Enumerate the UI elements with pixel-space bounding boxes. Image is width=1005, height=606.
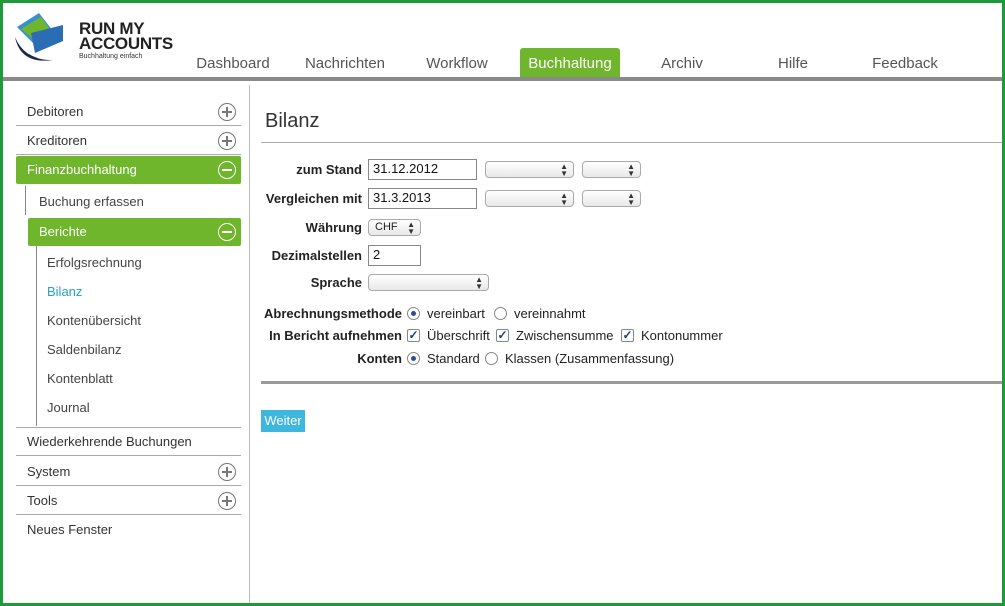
sidebar-item-label: Finanzbuchhaltung	[27, 162, 137, 177]
updown-arrow-icon: ▲ ▼	[407, 220, 415, 236]
zum-stand-select-1[interactable]: ▲ ▼	[485, 161, 574, 178]
label-waehrung: Währung	[305, 220, 362, 235]
page-title: Bilanz	[265, 110, 320, 132]
updown-arrow-icon: ▲ ▼	[560, 162, 568, 178]
sprache-select[interactable]: ▲ ▼	[368, 274, 489, 291]
vergleichen-select-2[interactable]: ▲ ▼	[582, 190, 641, 207]
report-kontenblatt[interactable]: Kontenblatt	[47, 370, 113, 388]
sidebar-item-tools[interactable]: Tools	[16, 487, 241, 515]
title-divider	[261, 142, 1002, 143]
expand-icon[interactable]	[218, 132, 236, 150]
form-divider	[261, 381, 1002, 384]
vergleichen-select-1[interactable]: ▲ ▼	[485, 190, 574, 207]
sidebar-item-label: Debitoren	[27, 104, 84, 119]
expand-icon[interactable]	[218, 103, 236, 121]
sidebar-item-label: System	[27, 464, 71, 479]
sidebar-item-debitoren[interactable]: Debitoren	[16, 98, 241, 126]
waehrung-value: CHF	[375, 221, 398, 233]
app-window: RUN MY ACCOUNTS Buchhaltung einfach Dash…	[0, 0, 1005, 606]
sidebar-item-system[interactable]: System	[16, 458, 241, 486]
label-sprache: Sprache	[310, 275, 362, 290]
tab-hilfe[interactable]: Hilfe	[743, 48, 843, 77]
checkbox-kontonummer[interactable]: ✓	[621, 329, 634, 342]
option-standard-label: Standard	[427, 351, 480, 366]
nav-divider	[3, 77, 1002, 81]
option-kontonummer-label: Kontonummer	[641, 328, 723, 343]
tab-buchhaltung[interactable]: Buchhaltung	[520, 48, 620, 77]
tab-archiv[interactable]: Archiv	[632, 48, 732, 77]
radio-vereinnahmt[interactable]	[494, 307, 507, 320]
main-content: Bilanz zum Stand 31.12.2012 ▲ ▼ ▲ ▼ Vergle…	[251, 85, 1002, 603]
dezimalstellen-input[interactable]: 2	[368, 245, 421, 266]
option-vereinbart-label: vereinbart	[427, 306, 485, 321]
label-zum-stand: zum Stand	[296, 162, 362, 177]
updown-arrow-icon: ▲ ▼	[627, 191, 635, 207]
tab-feedback[interactable]: Feedback	[855, 48, 955, 77]
sidebar-item-label: Tools	[27, 493, 58, 508]
tab-nachrichten[interactable]: Nachrichten	[295, 48, 395, 77]
radio-standard[interactable]	[407, 352, 420, 365]
label-abrechnungsmethode: Abrechnungsmethode	[264, 306, 402, 321]
sidebar-item-label: Wiederkehrende Buchungen	[27, 434, 192, 449]
radio-klassen[interactable]	[485, 352, 498, 365]
sidebar-item-buchung-erfassen[interactable]: Buchung erfassen	[39, 193, 144, 211]
sidebar: Debitoren Kreditoren Finanzbuchhaltung B…	[3, 85, 250, 603]
collapse-icon[interactable]	[218, 161, 236, 179]
option-ueberschrift-label: Überschrift	[427, 328, 490, 343]
report-saldenbilanz[interactable]: Saldenbilanz	[47, 341, 121, 359]
tree-line	[36, 246, 37, 426]
label-konten: Konten	[357, 351, 402, 366]
zum-stand-date-input[interactable]: 31.12.2012	[368, 159, 477, 180]
header: RUN MY ACCOUNTS Buchhaltung einfach Dash…	[3, 3, 1002, 83]
option-vereinnahmt-label: vereinnahmt	[514, 306, 586, 321]
label-dezimalstellen: Dezimalstellen	[271, 248, 362, 263]
waehrung-select[interactable]: CHF ▲ ▼	[368, 219, 421, 236]
report-journal[interactable]: Journal	[47, 399, 90, 417]
checkbox-ueberschrift[interactable]: ✓	[407, 329, 420, 342]
option-klassen-label: Klassen (Zusammenfassung)	[505, 351, 675, 366]
logo-line-2: ACCOUNTS	[79, 34, 173, 53]
logo-icon	[15, 13, 63, 61]
vergleichen-date-input[interactable]: 31.3.2013	[368, 188, 477, 209]
report-bilanz[interactable]: Bilanz	[47, 283, 82, 301]
sidebar-item-kreditoren[interactable]: Kreditoren	[16, 127, 241, 155]
updown-arrow-icon: ▲ ▼	[475, 275, 483, 291]
updown-arrow-icon: ▲ ▼	[560, 191, 568, 207]
logo-tagline: Buchhaltung einfach	[79, 53, 143, 60]
label-vergleichen-mit: Vergleichen mit	[265, 191, 362, 206]
label-in-bericht: In Bericht aufnehmen	[269, 328, 402, 343]
weiter-button[interactable]: Weiter	[261, 410, 305, 432]
option-zwischensumme-label: Zwischensumme	[516, 328, 614, 343]
sidebar-item-berichte[interactable]: Berichte	[28, 218, 241, 246]
updown-arrow-icon: ▲ ▼	[627, 162, 635, 178]
radio-vereinbart[interactable]	[407, 307, 420, 320]
sidebar-item-finanzbuchhaltung[interactable]: Finanzbuchhaltung	[16, 156, 241, 184]
tab-dashboard[interactable]: Dashboard	[183, 48, 283, 77]
sidebar-item-wiederkehrende[interactable]: Wiederkehrende Buchungen	[16, 428, 241, 456]
report-erfolgsrechnung[interactable]: Erfolgsrechnung	[47, 254, 142, 272]
tree-line	[25, 186, 26, 215]
expand-icon[interactable]	[218, 492, 236, 510]
report-kontenuebersicht[interactable]: Kontenübersicht	[47, 312, 141, 330]
sidebar-item-label: Kreditoren	[27, 133, 87, 148]
tab-workflow[interactable]: Workflow	[407, 48, 507, 77]
zum-stand-select-2[interactable]: ▲ ▼	[582, 161, 641, 178]
sidebar-item-label: Neues Fenster	[27, 522, 113, 537]
sidebar-item-label: Berichte	[39, 224, 87, 239]
logo[interactable]: RUN MY ACCOUNTS Buchhaltung einfach	[13, 9, 173, 69]
collapse-icon[interactable]	[218, 223, 236, 241]
expand-icon[interactable]	[218, 463, 236, 481]
sidebar-item-neues-fenster[interactable]: Neues Fenster	[16, 516, 241, 544]
checkbox-zwischensumme[interactable]: ✓	[496, 329, 509, 342]
